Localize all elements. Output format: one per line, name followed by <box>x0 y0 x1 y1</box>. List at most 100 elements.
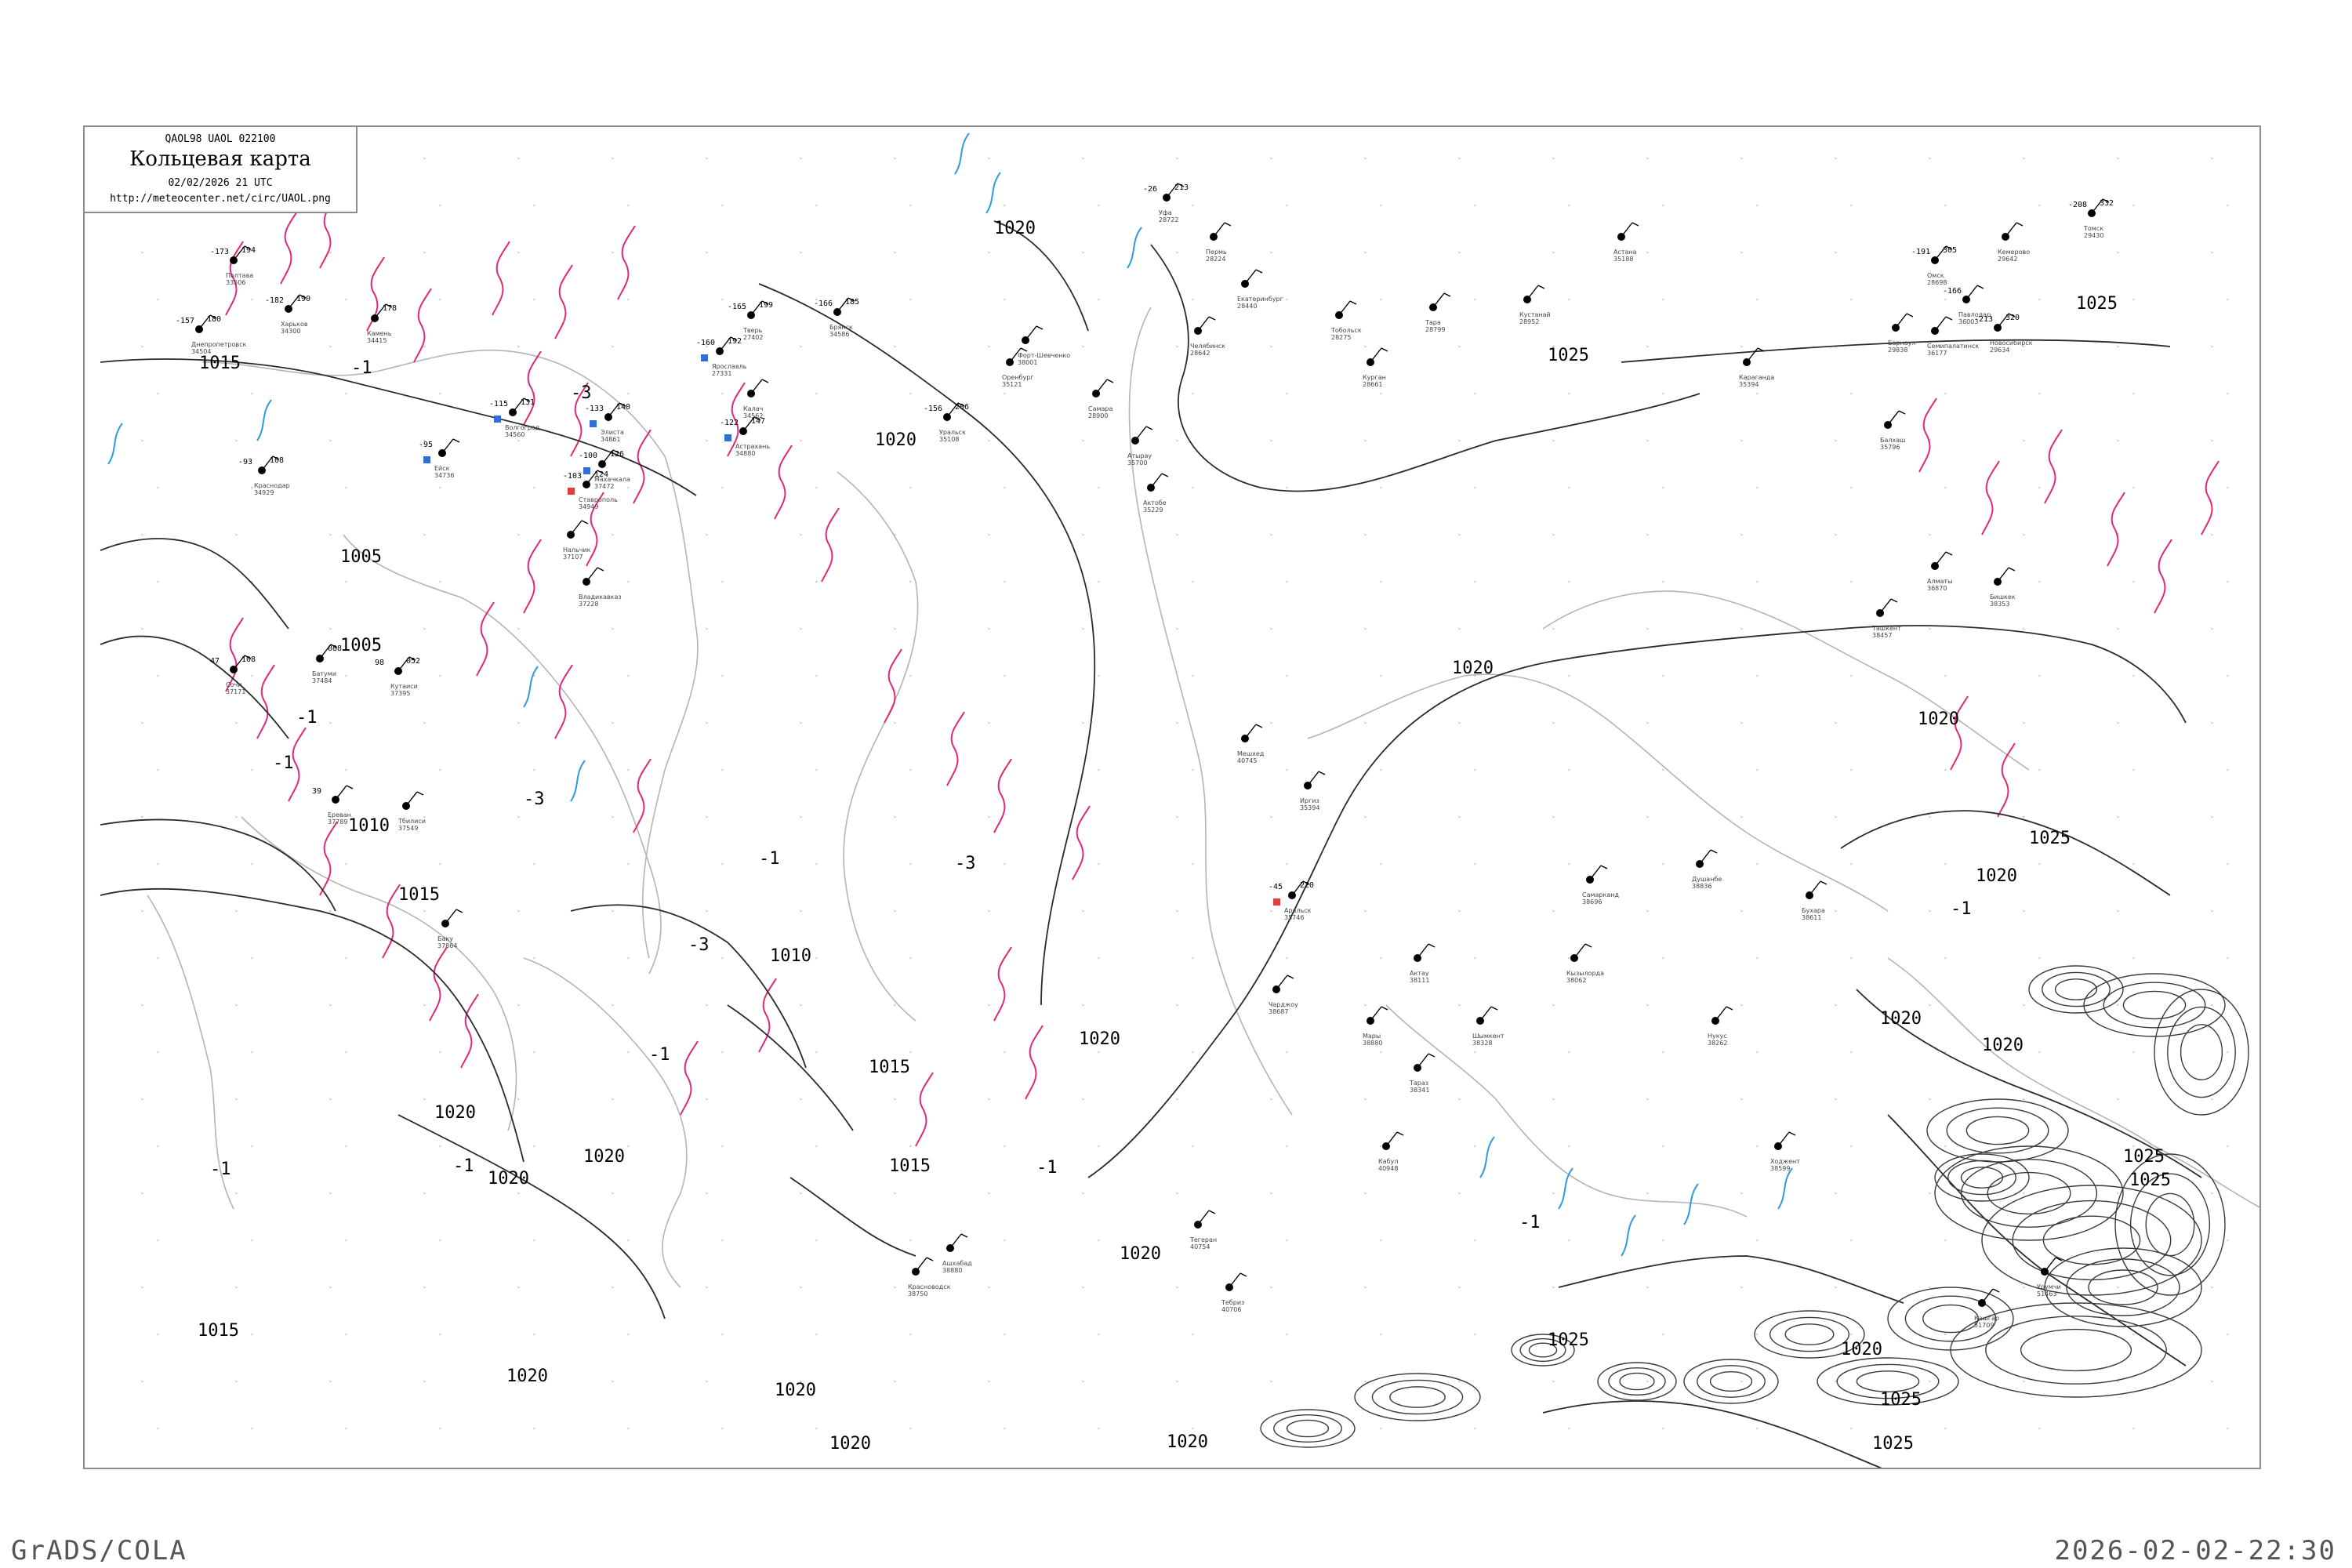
grid-dot <box>2211 157 2213 160</box>
station: -115 131 Волгоград34560 <box>489 397 540 438</box>
grid-dot <box>1646 157 1649 160</box>
station: 088 Батуми37484 <box>312 644 342 684</box>
station-name: Элиста <box>601 429 624 436</box>
grid-dot <box>612 1286 614 1289</box>
grid-dot <box>423 345 426 348</box>
grid-dot <box>1552 439 1555 442</box>
wind-barb-feather <box>1710 849 1718 854</box>
station-id: 35188 <box>1613 256 1633 263</box>
grid-dot <box>1568 674 1570 677</box>
grid-dot <box>894 909 896 913</box>
grid-dot <box>1458 251 1461 254</box>
wind-barb <box>445 909 457 924</box>
grid-dot <box>345 392 347 395</box>
grid-dot <box>1568 580 1570 583</box>
wind-barb-feather <box>1788 1131 1796 1136</box>
grid-dot <box>1004 580 1006 583</box>
isotherm-line <box>2107 492 2125 567</box>
grid-dot <box>439 1145 441 1148</box>
grid-dot <box>988 627 990 630</box>
grid-dot <box>157 580 159 583</box>
station: -213 320 Новосибирск29634 <box>1974 313 2033 354</box>
grid-dot <box>988 533 990 536</box>
grid-dot <box>721 1239 724 1242</box>
grid-dot <box>706 157 708 160</box>
grid-dot <box>517 533 520 536</box>
grid-dot <box>1192 768 1194 771</box>
station-temperature: -100 <box>579 452 597 460</box>
station-name: Батуми <box>312 670 336 677</box>
station-id: 38457 <box>1872 632 1892 639</box>
grid-dot <box>1850 956 1853 960</box>
grid-dot <box>800 1098 802 1101</box>
grid-dot <box>627 1145 630 1148</box>
grid-dot <box>157 768 159 771</box>
grid-dot <box>345 862 347 866</box>
grid-dot <box>1552 1286 1555 1289</box>
grid-dot <box>988 1004 990 1007</box>
grid-dot <box>157 486 159 489</box>
station: 178 Камень34415 <box>367 303 397 344</box>
station-pressure: 332 <box>2100 199 2114 208</box>
grid-dot <box>1380 580 1382 583</box>
terrain-contour <box>2180 1024 2223 1080</box>
map-url[interactable]: http://meteocenter.net/circ/UAOL.png <box>85 193 356 205</box>
grid-dot <box>141 251 143 254</box>
station-id: 37228 <box>579 601 598 608</box>
grid-dot <box>1929 1004 1931 1007</box>
grid-dot <box>1740 721 1743 724</box>
grid-dot <box>1458 533 1461 536</box>
station-id: 28224 <box>1206 256 1225 263</box>
station: Калач34562 <box>743 379 769 419</box>
station-id: 35796 <box>1880 444 1900 451</box>
station: -191 305 Омск28698 <box>1911 245 1957 286</box>
isobar-label: 1020 <box>583 1147 625 1167</box>
grid-dot <box>1458 1098 1461 1101</box>
station-id: 28698 <box>1927 279 1947 286</box>
grid-dot <box>815 1333 818 1336</box>
wind-barb <box>2005 222 2017 238</box>
grid-dot <box>1286 580 1288 583</box>
isobar-label: 1025 <box>2029 829 2071 848</box>
grid-dot <box>1552 909 1555 913</box>
grid-dot <box>815 204 818 207</box>
grid-dot <box>517 1098 520 1101</box>
grid-dot <box>1380 486 1382 489</box>
terrain-contour <box>1371 1379 1464 1415</box>
grid-dot <box>1662 204 1664 207</box>
grid-dot <box>533 768 535 771</box>
grid-dot <box>1552 1004 1555 1007</box>
grid-dot <box>1364 1004 1367 1007</box>
terrain-contour <box>2042 1215 2141 1265</box>
grid-dot <box>533 298 535 301</box>
isotherm-line <box>2201 460 2220 535</box>
grid-dot <box>1270 1098 1272 1101</box>
grid-dot <box>1568 768 1570 771</box>
station-id: 27402 <box>743 334 763 341</box>
grid-dot <box>2038 298 2041 301</box>
grid-dot <box>1646 721 1649 724</box>
wind-barb <box>441 438 454 454</box>
grid-dot <box>1082 1380 1084 1383</box>
grid-dot <box>612 251 614 254</box>
grid-dot <box>2211 1192 2213 1195</box>
weather-marker <box>494 416 501 423</box>
grid-dot <box>423 909 426 913</box>
grid-dot <box>533 1427 535 1430</box>
grid-dot <box>1176 815 1178 818</box>
station: Владикавказ37228 <box>579 567 622 608</box>
isotherm-positive-line <box>107 423 123 465</box>
station-id: 34736 <box>434 472 454 479</box>
wind-barb <box>1150 473 1163 488</box>
grid-dot <box>329 1286 332 1289</box>
wind-barb-feather <box>1898 410 1906 415</box>
station-temperature: 98 <box>375 659 384 667</box>
grid-dot <box>1835 909 1837 913</box>
isotherm-positive-line <box>1558 1167 1573 1210</box>
grid-dot <box>157 862 159 866</box>
wind-barb <box>1417 943 1429 959</box>
grid-dot <box>1004 1239 1006 1242</box>
grid-dot <box>2132 956 2135 960</box>
station-id: 34300 <box>281 328 300 335</box>
station-name: Нальчик <box>563 546 591 554</box>
